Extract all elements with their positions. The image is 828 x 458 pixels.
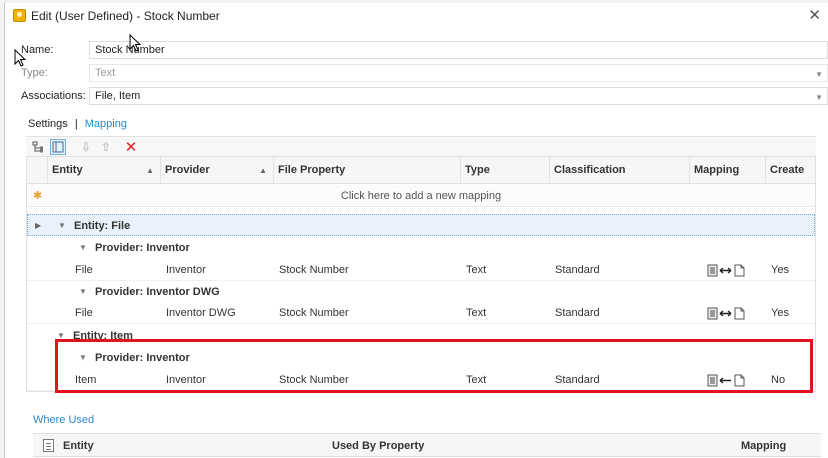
cell-type: Text	[466, 307, 487, 319]
cell-entity: Item	[75, 374, 97, 386]
col-file-property[interactable]: File Property	[273, 157, 460, 184]
collapse-triangle-icon[interactable]: ▼	[58, 215, 66, 237]
cell-file-property: Stock Number	[279, 307, 349, 319]
cell-create: No	[771, 374, 786, 386]
col-type-label: Type	[465, 164, 490, 176]
vault-app-icon	[13, 9, 26, 22]
cell-create: Yes	[771, 307, 789, 319]
tab-mapping[interactable]: Mapping	[85, 118, 127, 130]
chevron-down-icon[interactable]: ▼	[815, 93, 823, 102]
collapse-triangle-icon[interactable]: ▼	[79, 281, 87, 303]
cell-classification: Standard	[555, 374, 600, 386]
cell-type: Text	[466, 374, 487, 386]
cell-provider: Inventor	[166, 264, 206, 276]
col-provider-label: Provider	[165, 164, 210, 176]
tab-separator: |	[74, 118, 78, 130]
add-mapping-row[interactable]: ✱ Click here to add a new mapping	[27, 185, 815, 207]
col-create-label: Create	[770, 164, 805, 176]
tab-settings[interactable]: Settings	[28, 118, 68, 130]
name-field[interactable]: Stock Number	[89, 41, 828, 59]
sort-asc-icon: ▲	[259, 166, 267, 175]
settings-tabs: Settings | Mapping	[28, 118, 127, 130]
col-entity[interactable]: Entity ▲	[47, 157, 160, 184]
col-mapping-label: Mapping	[694, 164, 740, 176]
cell-create: Yes	[771, 264, 789, 276]
sort-asc-icon: ▲	[146, 166, 154, 175]
type-value: Text	[95, 67, 116, 79]
col-create[interactable]: Create	[765, 157, 815, 184]
where-used-grid-header: Entity Used By Property Mapping	[33, 433, 821, 457]
wu-col-mapping[interactable]: Mapping	[737, 434, 786, 458]
cell-provider: Inventor DWG	[166, 307, 236, 319]
group-label: Entity: File	[74, 220, 131, 232]
close-button[interactable]: ✕	[808, 6, 821, 24]
col-classification-label: Classification	[554, 164, 626, 176]
bidirectional-mapping-icon[interactable]	[707, 264, 749, 277]
move-up-icon[interactable]: ⇧	[98, 139, 114, 155]
chevron-down-icon: ▼	[815, 70, 823, 79]
title-bar: Edit (User Defined) - Stock Number ✕	[5, 3, 828, 29]
list-icon	[43, 439, 54, 452]
add-mapping-text: Click here to add a new mapping	[340, 190, 502, 202]
wu-col-entity[interactable]: Entity	[59, 434, 94, 458]
cell-provider: Inventor	[166, 374, 206, 386]
read-only-mapping-icon[interactable]	[707, 374, 749, 387]
col-type[interactable]: Type	[460, 157, 549, 184]
where-used-link[interactable]: Where Used	[33, 414, 94, 426]
cell-type: Text	[466, 264, 487, 276]
cell-file-property: Stock Number	[279, 374, 349, 386]
group-row-provider-inventor-item[interactable]: ▼ Provider: Inventor	[27, 347, 815, 369]
group-row-entity-item[interactable]: ▼ Entity: Item	[27, 325, 815, 347]
cell-classification: Standard	[555, 307, 600, 319]
associations-value: File, Item	[95, 90, 141, 102]
cell-file-property: Stock Number	[279, 264, 349, 276]
collapse-triangle-icon[interactable]: ▼	[57, 325, 65, 347]
col-mapping[interactable]: Mapping	[689, 157, 765, 184]
associations-dropdown[interactable]: File, Item ▼	[89, 87, 828, 105]
col-classification[interactable]: Classification	[549, 157, 689, 184]
associations-label: Associations:	[21, 90, 86, 102]
cell-entity: File	[75, 264, 93, 276]
group-label: Provider: Inventor	[95, 352, 190, 364]
type-dropdown: Text ▼	[89, 64, 828, 82]
grid-header: Entity ▲ Provider ▲ File Property Type Cla…	[27, 157, 815, 184]
col-file-property-label: File Property	[278, 164, 346, 176]
group-label: Entity: Item	[73, 330, 133, 342]
move-down-icon[interactable]: ⇩	[78, 139, 94, 155]
column-chooser-icon[interactable]	[50, 139, 66, 155]
cell-entity: File	[75, 307, 93, 319]
mapping-grid: Entity ▲ Provider ▲ File Property Type Cla…	[26, 156, 816, 392]
col-provider[interactable]: Provider ▲	[160, 157, 273, 184]
table-row[interactable]: Item Inventor Stock Number Text Standard…	[27, 369, 815, 391]
table-row[interactable]: File Inventor Stock Number Text Standard…	[27, 259, 815, 281]
mouse-cursor-icon	[14, 49, 27, 67]
collapse-triangle-icon[interactable]: ▼	[79, 237, 87, 259]
col-entity-label: Entity	[52, 164, 83, 176]
group-label: Provider: Inventor	[95, 242, 190, 254]
collapse-triangle-icon[interactable]: ▼	[79, 347, 87, 369]
group-row-entity-file[interactable]: ▶ ▼ Entity: File	[27, 214, 815, 236]
delete-mapping-icon[interactable]: ✕	[123, 139, 139, 156]
cell-classification: Standard	[555, 264, 600, 276]
mapping-toolbar: ⇩ ⇧ ✕	[26, 136, 816, 156]
table-row[interactable]: File Inventor DWG Stock Number Text Stan…	[27, 302, 815, 324]
row-indicator-icon: ▶	[35, 221, 42, 230]
window-title: Edit (User Defined) - Stock Number	[31, 9, 220, 23]
group-row-provider-inventor-dwg[interactable]: ▼ Provider: Inventor DWG	[27, 281, 815, 303]
group-by-icon[interactable]	[30, 139, 46, 155]
wu-col-used-by-property[interactable]: Used By Property	[328, 434, 424, 458]
mouse-cursor-icon	[129, 34, 142, 52]
group-label: Provider: Inventor DWG	[95, 286, 220, 298]
group-row-provider-inventor[interactable]: ▼ Provider: Inventor	[27, 237, 815, 259]
bidirectional-mapping-icon[interactable]	[707, 307, 749, 320]
edit-property-dialog: Edit (User Defined) - Stock Number ✕ Nam…	[4, 3, 828, 458]
